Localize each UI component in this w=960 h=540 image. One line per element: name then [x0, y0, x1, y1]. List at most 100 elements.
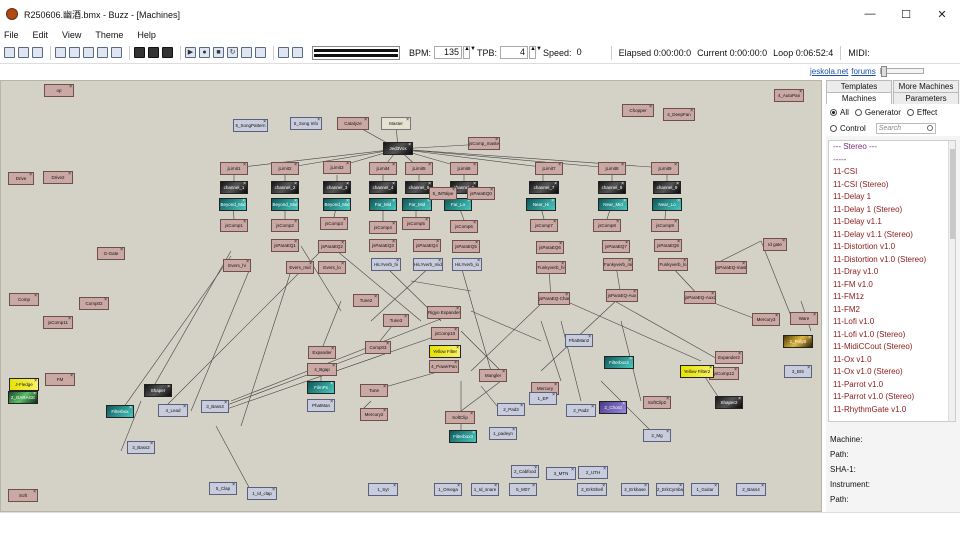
- machine-list-item[interactable]: --- Stereo ---: [829, 141, 955, 154]
- cut-icon[interactable]: [55, 47, 66, 58]
- mute-icon[interactable]: ×: [565, 293, 568, 301]
- mute-icon[interactable]: ×: [494, 484, 497, 492]
- machine-node[interactable]: Comp02 ×: [79, 297, 109, 310]
- filter-generator-radio[interactable]: Generator: [854, 108, 901, 117]
- machine-node[interactable]: Comp ×: [9, 293, 39, 306]
- machine-node[interactable]: jLimit2 ×: [271, 162, 299, 175]
- mute-icon[interactable]: ×: [454, 361, 457, 369]
- minimize-button[interactable]: —: [852, 0, 888, 28]
- machine-node[interactable]: Near_Lo ×: [652, 198, 682, 211]
- mute-icon[interactable]: ×: [512, 428, 515, 436]
- machine-node[interactable]: 5_Song Info ×: [290, 117, 322, 130]
- machine-node[interactable]: jsComp4 ×: [369, 221, 397, 234]
- machine-node[interactable]: jsComp1 ×: [220, 219, 248, 232]
- mute-icon[interactable]: ×: [436, 240, 439, 248]
- mute-icon[interactable]: ×: [558, 163, 561, 171]
- machine-node[interactable]: Id gate ×: [763, 238, 787, 251]
- filter-control-radio[interactable]: Control: [830, 124, 866, 133]
- mute-icon[interactable]: ×: [666, 397, 669, 405]
- sequence-view-icon[interactable]: [162, 47, 173, 58]
- mute-icon[interactable]: ×: [571, 468, 574, 476]
- machine-node[interactable]: jsComp9 ×: [651, 219, 679, 232]
- machine-node[interactable]: Filterbox ×: [106, 405, 134, 418]
- mute-icon[interactable]: ×: [374, 295, 377, 303]
- mute-icon[interactable]: ×: [242, 199, 245, 207]
- mute-icon[interactable]: ×: [183, 405, 186, 413]
- machine-node[interactable]: Filterbox2 ×: [604, 356, 634, 369]
- machine-node[interactable]: 1_PolyB ×: [783, 335, 813, 348]
- machine-node[interactable]: Funkyverb_lo ×: [658, 258, 688, 271]
- machine-list-item[interactable]: 11-FM1z: [829, 291, 955, 304]
- machine-node[interactable]: 1_EP ×: [529, 392, 557, 405]
- machine-node[interactable]: 2_GARAGE ×: [8, 391, 38, 404]
- machine-node[interactable]: jsComp_master ×: [468, 137, 500, 150]
- machine-list-item[interactable]: 11-Lofi v1.0 (Stereo): [829, 329, 955, 342]
- machine-node[interactable]: Funkyverb_hi ×: [536, 261, 566, 274]
- machine-node[interactable]: jsParaEQ-master×: [715, 261, 747, 274]
- mute-icon[interactable]: ×: [616, 220, 619, 228]
- tools-icon[interactable]: [292, 47, 303, 58]
- machine-node[interactable]: Master ×: [381, 117, 411, 130]
- machine-node[interactable]: Comp03 ×: [365, 341, 391, 354]
- tab-templates[interactable]: Templates: [826, 80, 892, 92]
- mute-icon[interactable]: ×: [309, 262, 312, 270]
- machine-node[interactable]: Tune ×: [360, 384, 388, 397]
- mute-icon[interactable]: ×: [167, 385, 170, 393]
- machine-node[interactable]: Evers_lo ×: [318, 261, 346, 274]
- mute-icon[interactable]: ×: [813, 313, 816, 321]
- machine-node[interactable]: 1_Guitar ×: [691, 483, 719, 496]
- machine-search-input[interactable]: Search: [875, 122, 936, 134]
- mute-icon[interactable]: ×: [603, 467, 606, 475]
- mute-icon[interactable]: ×: [392, 182, 395, 190]
- mute-icon[interactable]: ×: [621, 163, 624, 171]
- mute-icon[interactable]: ×: [129, 406, 132, 414]
- mute-icon[interactable]: ×: [561, 262, 564, 270]
- machine-list-item[interactable]: 11-Delay v1.1 (Stereo): [829, 229, 955, 242]
- mute-icon[interactable]: ×: [68, 317, 71, 325]
- mute-icon[interactable]: ×: [341, 262, 344, 270]
- mute-icon[interactable]: ×: [104, 298, 107, 306]
- machine-node[interactable]: 4_Lead ×: [158, 404, 188, 417]
- mute-icon[interactable]: ×: [807, 366, 810, 374]
- machine-node[interactable]: jsParaEQ4 ×: [413, 239, 441, 252]
- mute-icon[interactable]: ×: [714, 484, 717, 492]
- mute-icon[interactable]: ×: [554, 182, 557, 190]
- mute-icon[interactable]: ×: [243, 220, 246, 228]
- mute-icon[interactable]: ×: [738, 352, 741, 360]
- mute-icon[interactable]: ×: [332, 364, 335, 372]
- machine-node[interactable]: 1_Syt ×: [368, 483, 398, 496]
- mute-icon[interactable]: ×: [690, 109, 693, 117]
- close-button[interactable]: ✕: [924, 0, 960, 28]
- machine-node[interactable]: jsParaEQ8 ×: [654, 239, 682, 252]
- machine-node[interactable]: jsParaEQ0 ×: [467, 187, 495, 200]
- mute-icon[interactable]: ×: [331, 347, 334, 355]
- maximize-button[interactable]: ☐: [888, 0, 924, 28]
- mute-icon[interactable]: ×: [386, 342, 389, 350]
- mute-icon[interactable]: ×: [392, 240, 395, 248]
- machine-node[interactable]: 2_Chord ×: [599, 401, 627, 414]
- machine-node[interactable]: PhatMan2 ×: [565, 334, 593, 347]
- mute-icon[interactable]: ×: [477, 259, 480, 267]
- machine-node[interactable]: 4_AutoPan ×: [774, 89, 804, 102]
- machine-node[interactable]: G-Gate ×: [97, 247, 125, 260]
- mute-icon[interactable]: ×: [502, 370, 505, 378]
- mute-icon[interactable]: ×: [495, 138, 498, 146]
- mute-icon[interactable]: ×: [559, 242, 562, 250]
- machine-node[interactable]: Near_Mid ×: [598, 198, 628, 211]
- loop-icon[interactable]: ↻: [227, 47, 238, 58]
- machine-node[interactable]: Expander ×: [308, 346, 336, 359]
- mute-icon[interactable]: ×: [317, 118, 320, 126]
- mute-icon[interactable]: ×: [294, 220, 297, 228]
- machine-list-item[interactable]: 11-Delay 1 (Stereo): [829, 204, 955, 217]
- machine-node[interactable]: 1_Id_clap ×: [247, 487, 277, 500]
- machine-node[interactable]: channel_9 ×: [653, 181, 681, 194]
- machine-node[interactable]: jsComp10 ×: [431, 327, 459, 340]
- mute-icon[interactable]: ×: [346, 199, 349, 207]
- machine-node[interactable]: 2_ErkCymbal ×: [656, 483, 684, 496]
- speed-select[interactable]: 0: [575, 46, 599, 59]
- mute-icon[interactable]: ×: [29, 173, 32, 181]
- mute-icon[interactable]: ×: [470, 412, 473, 420]
- machine-node[interactable]: Yellow Filter ×: [429, 345, 461, 358]
- mute-icon[interactable]: ×: [628, 259, 631, 267]
- machine-node[interactable]: HiLYverb_lo ×: [452, 258, 482, 271]
